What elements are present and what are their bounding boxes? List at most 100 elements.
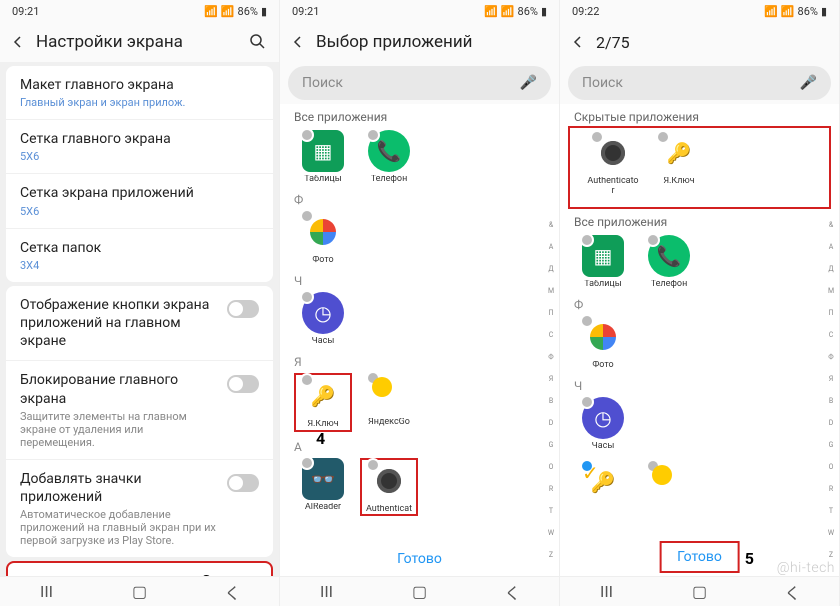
select-dot-checked[interactable]: ✓ [580, 459, 594, 473]
letter-ch: Ч [560, 377, 839, 393]
select-dot[interactable] [580, 233, 594, 247]
done-button[interactable]: Готово 5 [659, 541, 740, 573]
section-all-apps: Все приложения [280, 104, 559, 126]
select-dot[interactable] [646, 233, 660, 247]
search-placeholder: Поиск [302, 75, 343, 91]
nav-back[interactable]: く [223, 586, 243, 598]
alpha-index[interactable]: &АДМПСФЯBDGORTWZ [545, 214, 557, 566]
marker-4: 4 [316, 429, 325, 448]
select-dot[interactable] [656, 130, 670, 144]
app-yakey[interactable]: 🔑Я.Ключ [294, 373, 352, 432]
letter-f: Ф [280, 191, 559, 207]
app-yakey-checked[interactable]: ✓🔑 [574, 461, 632, 503]
app-row: Фото [280, 207, 559, 272]
select-dot[interactable] [590, 130, 604, 144]
app-tables[interactable]: ▦Таблицы [574, 235, 632, 290]
setting-lock-home[interactable]: Блокирование главного экранаЗащитите эле… [6, 361, 273, 459]
app-list: Все приложения ▦Таблицы 📞Телефон Ф Фото … [280, 104, 559, 606]
setting-apps-grid[interactable]: Сетка экрана приложений5X6 [6, 174, 273, 228]
nav-back[interactable]: く [783, 586, 803, 598]
nav-home[interactable]: ▢ [130, 586, 150, 598]
signal-icon: 📶 [501, 5, 515, 18]
app-alreader[interactable]: 👓AlReader [294, 458, 352, 517]
card-layout: Макет главного экранаГлавный экран и экр… [6, 66, 273, 282]
app-yandexgo[interactable] [640, 461, 698, 503]
select-dot[interactable] [300, 456, 314, 470]
app-photos[interactable]: Фото [574, 316, 632, 371]
app-authenticator[interactable]: Authenticato r [584, 132, 642, 197]
app-phone[interactable]: 📞Телефон [640, 235, 698, 290]
setting-apps-button[interactable]: Отображение кнопки экрана приложений на … [6, 286, 273, 362]
select-dot[interactable] [646, 459, 660, 473]
select-dot[interactable] [580, 314, 594, 328]
card-toggles: Отображение кнопки экрана приложений на … [6, 286, 273, 557]
app-row: ◷Часы [280, 288, 559, 353]
nav-home[interactable]: ▢ [690, 586, 710, 598]
app-clock[interactable]: ◷Часы [574, 397, 632, 452]
status-right: 📶📶86%▮ [484, 5, 547, 18]
app-row: ▦Таблицы 📞Телефон [280, 126, 559, 191]
select-dot[interactable] [300, 290, 314, 304]
select-dot[interactable] [300, 128, 314, 142]
section-hidden-apps: Скрытые приложения [560, 104, 839, 126]
app-phone[interactable]: 📞Телефон [360, 130, 418, 185]
battery-text: 86% [238, 5, 258, 18]
app-tables[interactable]: ▦Таблицы [294, 130, 352, 185]
back-icon[interactable] [12, 36, 24, 48]
select-dot[interactable] [300, 373, 314, 387]
nav-home[interactable]: ▢ [410, 586, 430, 598]
select-dot[interactable] [300, 209, 314, 223]
app-authenticator[interactable]: Authenticat [360, 458, 418, 517]
select-dot[interactable] [580, 395, 594, 409]
setting-home-grid[interactable]: Сетка главного экрана5X6 [6, 120, 273, 174]
search-placeholder: Поиск [582, 75, 623, 91]
navbar: III ▢ く [280, 576, 559, 606]
app-list: Скрытые приложения Authenticato r 🔑Я.Клю… [560, 104, 839, 606]
setting-home-layout[interactable]: Макет главного экранаГлавный экран и экр… [6, 66, 273, 120]
alpha-index[interactable]: &АДМПСФЯBDGORTWZ [825, 214, 837, 566]
watermark: @hi-tech [777, 560, 835, 576]
app-yakey[interactable]: 🔑Я.Ключ [650, 132, 708, 197]
app-row: Фото [560, 312, 839, 377]
nav-recents[interactable]: III [317, 586, 337, 598]
toggle-off[interactable] [227, 300, 259, 318]
app-clock[interactable]: ◷Часы [294, 292, 352, 347]
search-input[interactable]: Поиск 🎤 [568, 66, 831, 100]
select-dot[interactable] [366, 458, 380, 472]
done-button[interactable]: Готово [381, 545, 458, 573]
hidden-apps-box: Authenticato r 🔑Я.Ключ [568, 126, 831, 209]
battery-text: 86% [518, 5, 538, 18]
status-time: 09:21 [292, 5, 319, 18]
select-dot[interactable] [366, 371, 380, 385]
setting-add-icons[interactable]: Добавлять значки приложенийАвтоматическо… [6, 460, 273, 557]
app-row: Authenticato r 🔑Я.Ключ [570, 128, 829, 203]
screen-settings: 09:21 📶 📶 86% ▮ Настройки экрана Макет г… [0, 0, 280, 606]
nav-recents[interactable]: III [37, 586, 57, 598]
mic-icon[interactable]: 🎤 [520, 75, 537, 91]
back-icon[interactable] [572, 36, 584, 48]
letter-f: Ф [560, 296, 839, 312]
screen-hidden-apps: 09:22 📶📶86%▮ 2/75 Поиск 🎤 Скрытые прилож… [560, 0, 840, 606]
toggle-off[interactable] [227, 375, 259, 393]
mic-icon[interactable]: 🎤 [800, 75, 817, 91]
setting-folder-grid[interactable]: Сетка папок3X4 [6, 229, 273, 282]
nav-recents[interactable]: III [597, 586, 617, 598]
app-yandexgo[interactable]: ЯндексGo [360, 373, 418, 432]
back-icon[interactable] [292, 36, 304, 48]
search-icon[interactable] [249, 33, 267, 51]
app-photos[interactable]: Фото [294, 211, 352, 266]
status-right: 📶 📶 86% ▮ [204, 5, 267, 18]
app-row: ◷Часы [560, 393, 839, 458]
status-time: 09:22 [572, 5, 599, 18]
selection-count: 2/75 [596, 33, 630, 52]
battery-icon: ▮ [261, 5, 267, 18]
app-row: 🔑Я.Ключ ЯндексGo 4 [280, 369, 559, 438]
select-dot[interactable] [366, 128, 380, 142]
signal-icon: 📶 [781, 5, 795, 18]
toggle-off[interactable] [227, 474, 259, 492]
section-all-apps: Все приложения [560, 209, 839, 231]
search-input[interactable]: Поиск 🎤 [288, 66, 551, 100]
nav-back[interactable]: く [503, 586, 523, 598]
marker-5: 5 [745, 549, 754, 568]
app-row: ▦Таблицы 📞Телефон [560, 231, 839, 296]
